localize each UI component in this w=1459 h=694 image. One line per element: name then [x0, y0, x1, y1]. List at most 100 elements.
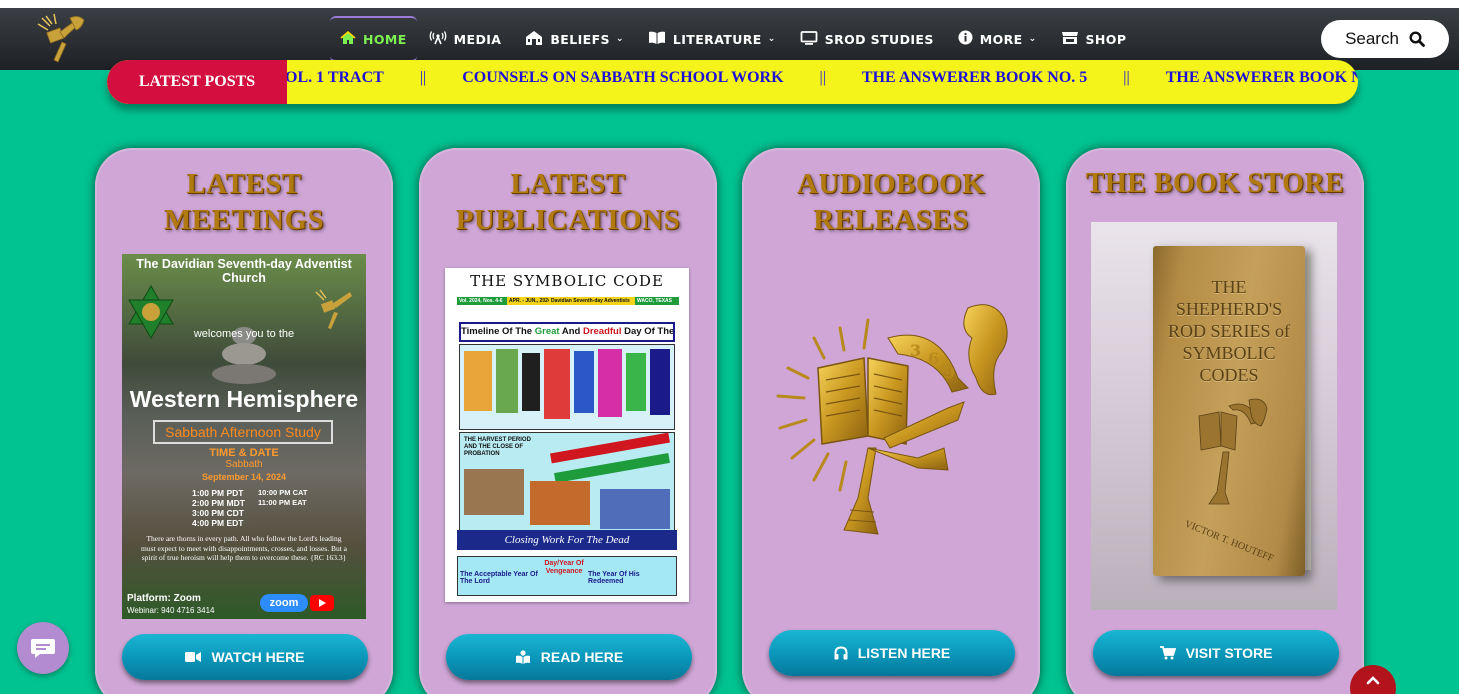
- cover-foot-right: The Year Of His Redeemed: [588, 571, 640, 585]
- chat-widget-button[interactable]: [17, 622, 69, 674]
- flyer-heading: Western Hemisphere: [129, 386, 359, 412]
- meeting-flyer-image[interactable]: The Davidian Seventh-day Adventist Churc…: [122, 254, 366, 619]
- card-latest-meetings: LATEST MEETINGS The Davidian Seventh-day…: [95, 148, 393, 694]
- ticker-item[interactable]: THE ANSWERER BOOK N: [1166, 69, 1358, 87]
- visit-store-button[interactable]: VISIT STORE: [1093, 630, 1339, 676]
- broadcast-icon: [429, 30, 447, 48]
- flyer-welcome: welcomes you to the: [193, 328, 295, 340]
- read-here-button[interactable]: READ HERE: [446, 634, 692, 680]
- flyer-times-right: 10:00 PM CAT 11:00 PM EAT: [258, 488, 307, 508]
- cover-footer: The Acceptable Year Of The Lord Day/Year…: [457, 556, 677, 596]
- card-book-store: THE BOOK STORE THE SHEPHERD'S ROD SERIES…: [1066, 148, 1364, 694]
- card-title: PUBLICATIONS: [455, 204, 681, 236]
- store-icon: [1061, 31, 1079, 48]
- nav-more-label: MORE: [979, 31, 1023, 47]
- publication-cover-image[interactable]: THE SYMBOLIC CODE Vol. 2024, Nos. 4-6 AP…: [445, 268, 689, 602]
- flyer-day: Sabbath: [225, 459, 263, 470]
- svg-text:9: 9: [944, 363, 955, 382]
- nav-more[interactable]: MORE ⌄: [946, 16, 1049, 62]
- book-icon: [648, 31, 666, 48]
- ticker-item[interactable]: THE ANSWERER BOOK NO. 5: [862, 69, 1087, 87]
- nav-media-label: MEDIA: [453, 31, 502, 47]
- card-title: RELEASES: [813, 204, 969, 236]
- flyer-subheading: Sabbath Afternoon Study: [153, 420, 333, 444]
- cover-timeline-chart: [459, 344, 675, 430]
- svg-text:6: 6: [928, 349, 939, 368]
- svg-text:3: 3: [910, 341, 921, 360]
- cover-strip-vol: Vol. 2024, Nos. 4-6: [457, 297, 507, 305]
- book-author: VICTOR T. HOUTEFF: [1183, 518, 1275, 565]
- nav-media[interactable]: MEDIA: [417, 16, 514, 62]
- cover-heading: THE SYMBOLIC CODE: [470, 272, 664, 290]
- nav-home[interactable]: HOME: [330, 16, 417, 62]
- visit-store-label: VISIT STORE: [1185, 645, 1273, 661]
- cart-icon: [1159, 646, 1176, 660]
- ticker-label: LATEST POSTS: [107, 60, 287, 104]
- card-title: AUDIOBOOK: [796, 168, 986, 200]
- ticker-item[interactable]: COUNSELS ON SABBATH SCHOOL WORK: [462, 69, 783, 87]
- flyer-platform: Platform: Zoom: [127, 593, 201, 604]
- nav-literature-label: LITERATURE: [672, 31, 762, 47]
- cover-strip-org: Davidian Seventh-day Adventists: [549, 297, 635, 305]
- nav-shop-label: SHOP: [1085, 31, 1127, 47]
- search-button[interactable]: Search: [1321, 20, 1449, 58]
- flyer-time-row: 11:00 PM EAT: [258, 498, 307, 507]
- nav-srod-studies[interactable]: SROD STUDIES: [788, 16, 946, 62]
- flyer-time-row: 4:00 PM EDT: [192, 518, 244, 528]
- ticker-separator: ||: [1123, 69, 1130, 86]
- chevron-up-icon: [1366, 676, 1380, 685]
- reader-icon: [515, 650, 530, 664]
- flyer-time-row: 10:00 PM CAT: [258, 488, 308, 497]
- top-strip: [0, 0, 1459, 8]
- cover-band-text: Timeline Of The Great And Dreadful Day O…: [461, 326, 675, 337]
- nav-srod-label: SROD STUDIES: [824, 31, 934, 47]
- home-icon: [340, 30, 356, 48]
- card-title: LATEST: [186, 168, 302, 200]
- listen-here-button[interactable]: LISTEN HERE: [769, 630, 1015, 676]
- ticker-track: OL. 1 TRACT || COUNSELS ON SABBATH SCHOO…: [285, 60, 1358, 96]
- chevron-down-icon: ⌄: [1028, 34, 1037, 44]
- info-icon: [958, 30, 973, 48]
- flyer-webinar: Webinar: 940 4716 3414: [127, 606, 215, 615]
- watch-here-label: WATCH HERE: [211, 649, 305, 665]
- chat-bubble-icon: [31, 639, 55, 658]
- search-icon: [1409, 31, 1425, 47]
- book-cover: THE SHEPHERD'S ROD SERIES of SYMBOLIC CO…: [1153, 246, 1305, 576]
- read-here-label: READ HERE: [540, 649, 624, 665]
- beliefs-icon: [525, 30, 543, 48]
- zoom-logo: zoom: [260, 594, 308, 612]
- nav-shop[interactable]: SHOP: [1049, 16, 1139, 62]
- nav-beliefs[interactable]: BELIEFS ⌄: [513, 16, 636, 62]
- shepherds-rod-emblem-image[interactable]: 3 6 9: [768, 298, 1014, 548]
- cover-harvest-text: THE HARVEST PERIOD AND THE CLOSE OF PROB…: [464, 437, 531, 457]
- cover-timeline-band: Timeline Of The Great And Dreadful Day O…: [459, 322, 675, 342]
- flyer-time-row: 3:00 PM CDT: [192, 508, 244, 518]
- chevron-down-icon: ⌄: [767, 34, 776, 44]
- card-title: LATEST: [510, 168, 626, 200]
- nav-beliefs-label: BELIEFS: [550, 31, 610, 47]
- cover-closing-work: Closing Work For The Dead: [457, 530, 677, 550]
- book-emblem-icon: [1198, 398, 1268, 505]
- site-logo[interactable]: [34, 12, 88, 66]
- search-label: Search: [1345, 29, 1399, 48]
- emblem-icon: [315, 289, 352, 329]
- nav-home-label: HOME: [363, 31, 407, 47]
- flyer-time-row: 1:00 PM PDT: [192, 488, 244, 498]
- ticker-separator: ||: [819, 69, 826, 86]
- flyer-date: September 14, 2024: [201, 472, 287, 482]
- watch-here-button[interactable]: WATCH HERE: [122, 634, 368, 680]
- cover-harvest-section: THE HARVEST PERIOD AND THE CLOSE OF PROB…: [459, 432, 675, 540]
- ticker-separator: ||: [419, 69, 427, 86]
- book-store-image[interactable]: THE SHEPHERD'S ROD SERIES of SYMBOLIC CO…: [1091, 222, 1337, 610]
- cover-strip-place: WACO, TEXAS: [635, 297, 679, 305]
- cover-foot-mid: Day/Year Of Vengeance: [544, 560, 584, 575]
- video-camera-icon: [185, 652, 202, 662]
- flyer-time: TIME & DATE Sabbath September 14, 2024: [122, 447, 366, 483]
- flyer-time-label: TIME & DATE: [209, 447, 279, 459]
- flyer-quote: There are thorns in every path. All who …: [140, 534, 347, 562]
- card-title: THE BOOK STORE: [1085, 168, 1345, 199]
- ticker-item[interactable]: OL. 1 TRACT: [285, 69, 384, 87]
- nav-literature[interactable]: LITERATURE ⌄: [636, 16, 788, 62]
- book-title: THE SHEPHERD'S ROD SERIES of SYMBOLIC CO…: [1167, 277, 1290, 385]
- chevron-down-icon: ⌄: [615, 34, 624, 44]
